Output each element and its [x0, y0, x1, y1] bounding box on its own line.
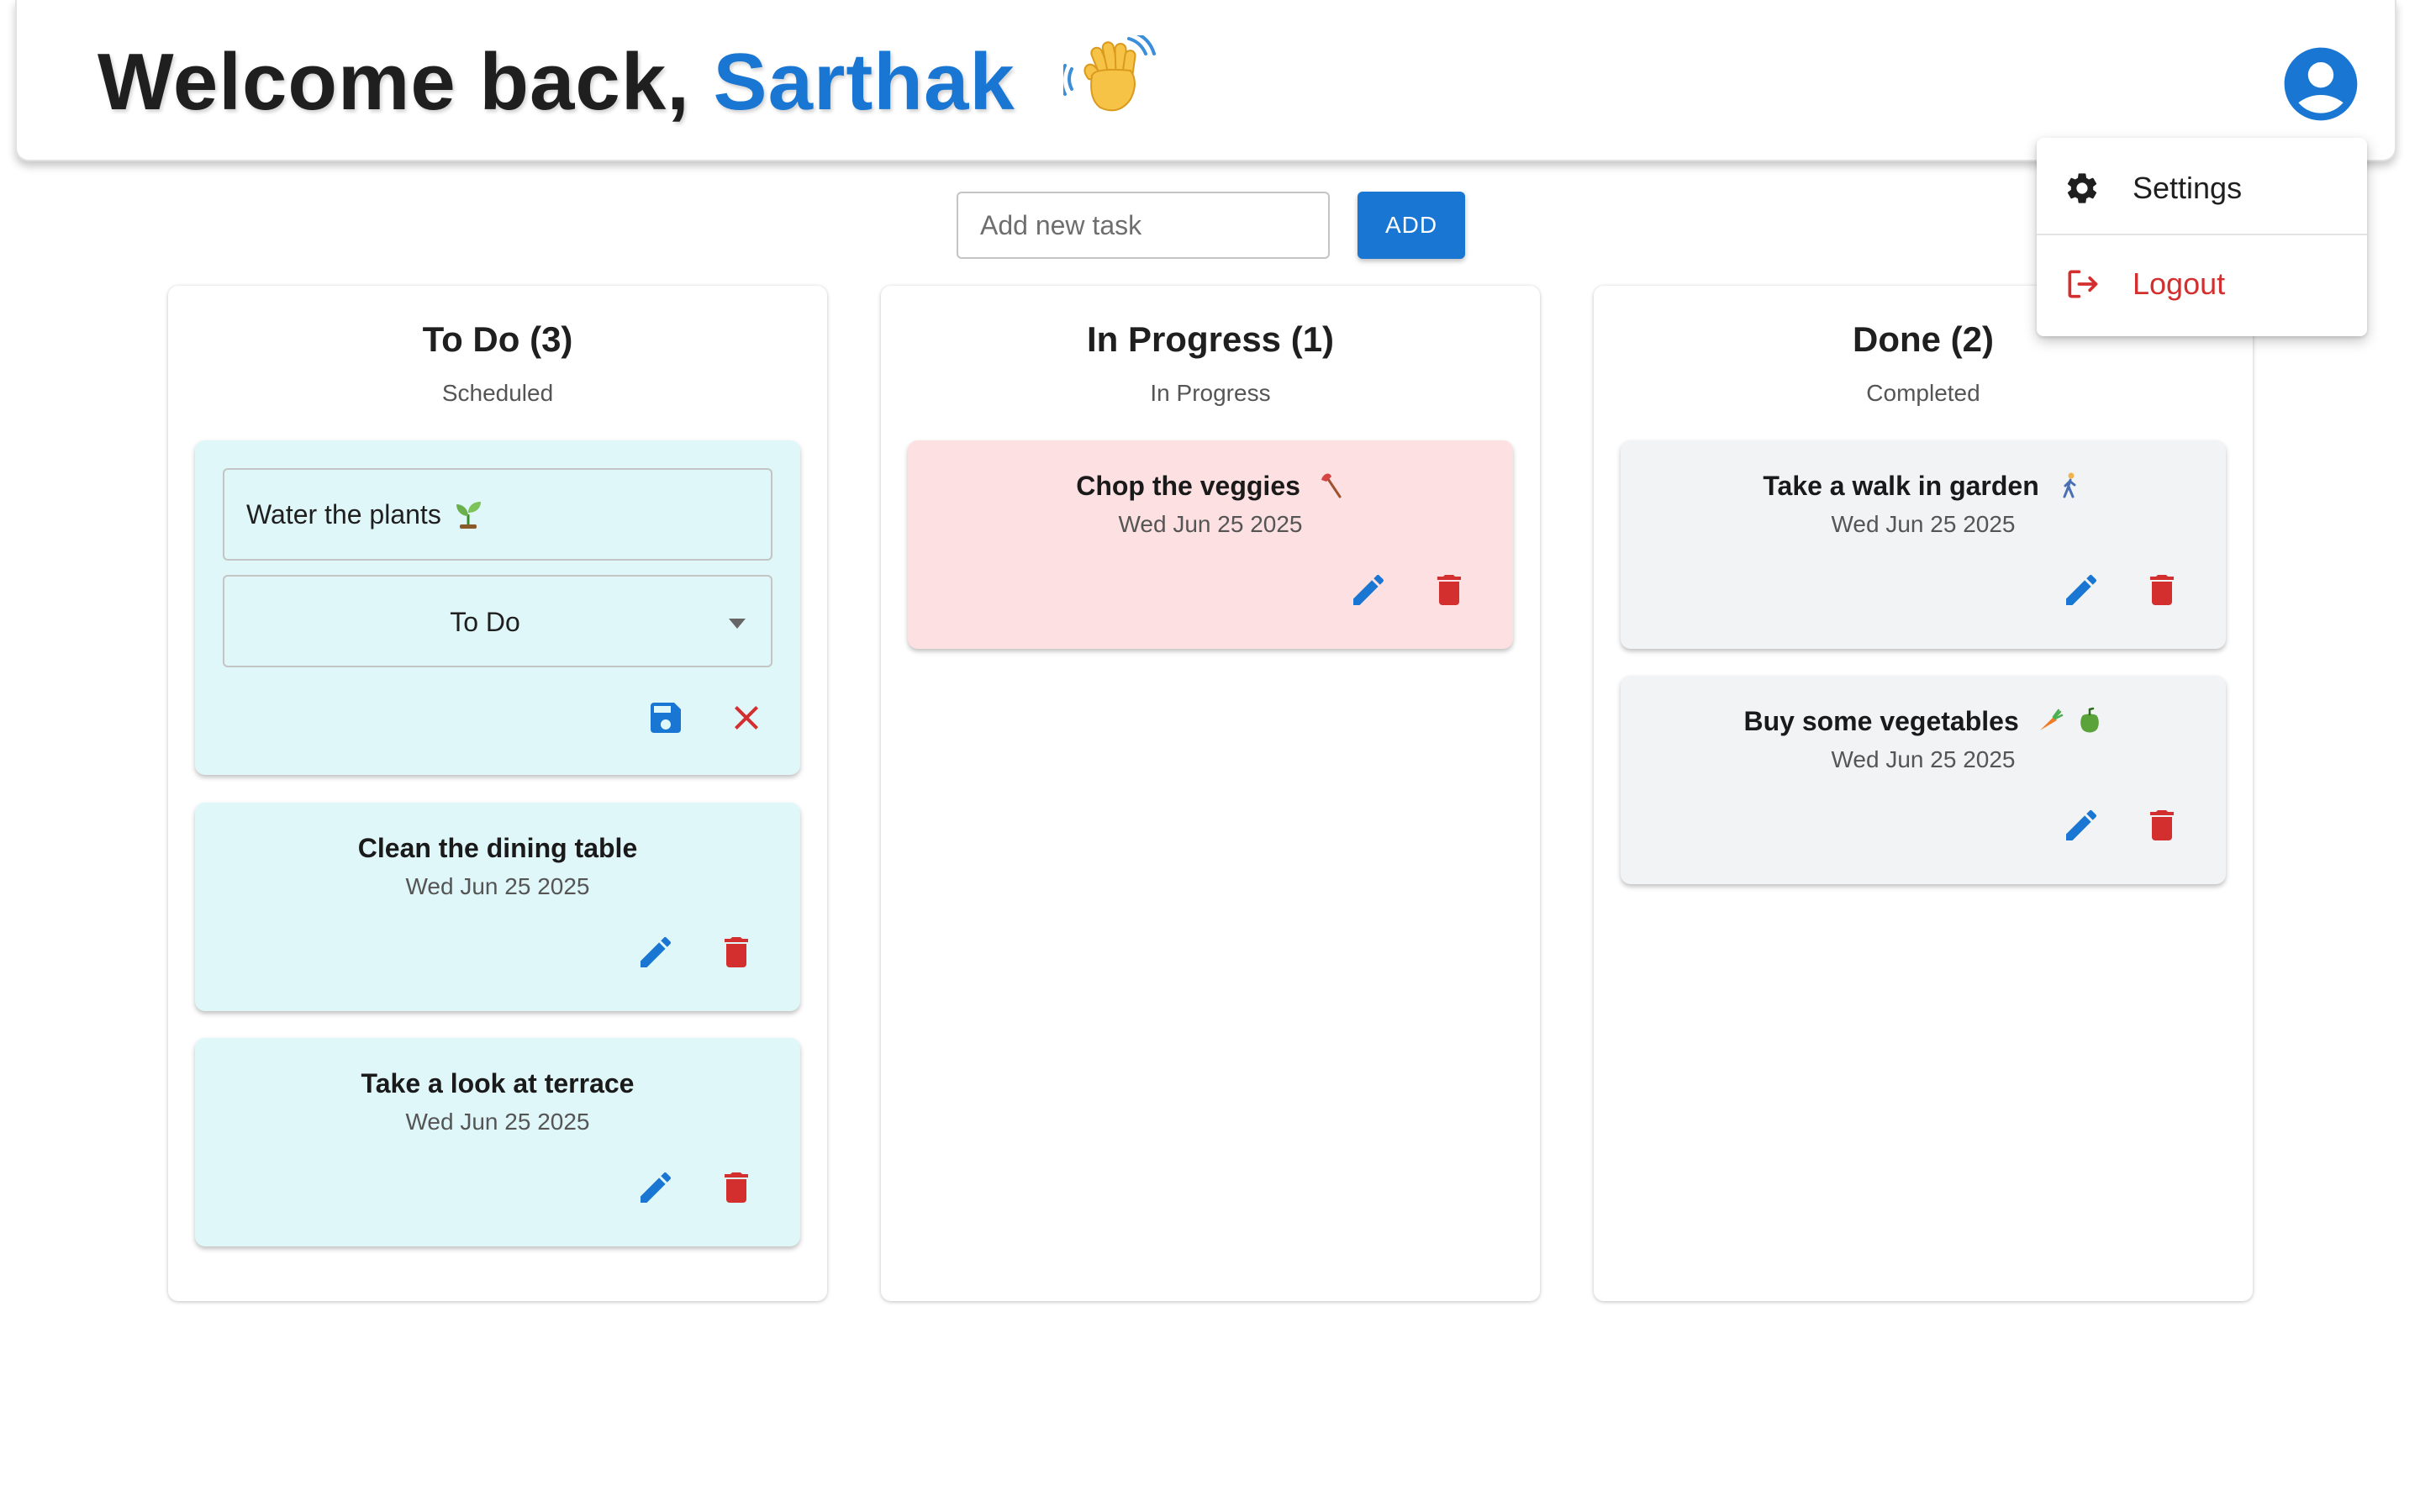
save-button[interactable]: [646, 698, 686, 738]
trash-icon: [2150, 575, 2174, 605]
task-name-value: Water the plants: [246, 498, 441, 529]
task-date: Wed Jun 25 2025: [1118, 511, 1303, 537]
app-header: Welcome back, Sarthak: [15, 0, 2396, 161]
account-avatar-button[interactable]: [2277, 40, 2365, 128]
pencil-icon: [1353, 574, 1384, 605]
column-subtitle: Completed: [1866, 380, 1980, 406]
welcome-heading: Welcome back, Sarthak: [98, 32, 1157, 133]
task-date: Wed Jun 25 2025: [1831, 746, 2016, 772]
task-card: Take a look at terrace Wed Jun 25 2025: [195, 1038, 800, 1246]
pencil-icon: [2066, 809, 2097, 840]
menu-divider: [2037, 234, 2367, 235]
menu-item-logout[interactable]: Logout: [2037, 237, 2367, 331]
task-card: Clean the dining table Wed Jun 25 2025: [195, 803, 800, 1011]
column-title: In Progress (1): [1086, 319, 1335, 359]
edit-task-button[interactable]: [2061, 570, 2101, 610]
column-title: To Do (3): [422, 319, 573, 359]
task-date: Wed Jun 25 2025: [1831, 511, 2016, 537]
task-date: Wed Jun 25 2025: [405, 1109, 590, 1135]
cancel-button[interactable]: [726, 698, 767, 738]
task-title-row: Chop the veggies: [908, 471, 1513, 502]
menu-item-settings[interactable]: Settings: [2037, 141, 2367, 235]
new-task-input[interactable]: [957, 192, 1330, 259]
welcome-username: Sarthak: [713, 37, 1015, 127]
task-status-select[interactable]: To Do: [223, 575, 772, 667]
trash-icon: [725, 1172, 748, 1203]
menu-item-label: Settings: [2133, 171, 2243, 205]
menu-item-label: Logout: [2133, 266, 2226, 301]
column-subtitle: In Progress: [1150, 380, 1271, 406]
task-card-editing: Water the plants To Do: [195, 440, 800, 775]
task-card: Chop the veggies Wed Jun 25 2025: [908, 440, 1513, 649]
delete-task-button[interactable]: [1429, 570, 1469, 610]
delete-task-button[interactable]: [2142, 805, 2182, 846]
task-title-row: Buy some vegetables: [1621, 706, 2226, 737]
pencil-icon: [2066, 574, 2097, 605]
task-card: Take a walk in garden Wed Jun 25 2025: [1621, 440, 2226, 649]
welcome-greeting: Welcome back,: [98, 37, 690, 127]
task-status-value: To Do: [450, 607, 520, 637]
waving-hand-icon: [1063, 35, 1157, 112]
task-title: Clean the dining table: [357, 833, 638, 863]
column-done: Done (2) Completed Take a walk in garden…: [1594, 286, 2253, 1301]
task-title: Take a walk in garden: [1763, 471, 2039, 501]
bell-pepper-icon: [2080, 707, 2099, 733]
trash-icon: [1437, 575, 1461, 605]
pencil-icon: [641, 936, 672, 967]
task-title: Chop the veggies: [1076, 471, 1300, 501]
logout-icon: [2068, 270, 2098, 298]
task-title: Buy some vegetables: [1743, 706, 2019, 736]
account-circle-icon: [2284, 47, 2358, 121]
add-task-button[interactable]: ADD: [1358, 192, 1465, 259]
task-date: Wed Jun 25 2025: [405, 873, 590, 899]
carrot-icon: [2039, 709, 2063, 730]
axe-icon: [1321, 473, 1342, 498]
user-menu: Settings Logout: [2037, 138, 2367, 336]
task-title: Take a look at terrace: [361, 1068, 635, 1098]
edit-task-button[interactable]: [1348, 570, 1389, 610]
save-icon: [651, 703, 681, 733]
seedling-icon: [456, 502, 481, 529]
edit-task-button[interactable]: [635, 932, 676, 972]
column-todo: To Do (3) Scheduled Water the plants To …: [168, 286, 827, 1301]
gear-icon: [2067, 173, 2097, 203]
task-title-row: Take a walk in garden: [1621, 471, 2226, 502]
pencil-icon: [641, 1172, 672, 1203]
walking-person-icon: [2063, 472, 2076, 498]
edit-task-button[interactable]: [635, 1167, 676, 1208]
column-in-progress: In Progress (1) In Progress Chop the veg…: [881, 286, 1540, 1301]
edit-task-button[interactable]: [2061, 805, 2101, 846]
delete-task-button[interactable]: [716, 1167, 757, 1208]
delete-task-button[interactable]: [2142, 570, 2182, 610]
delete-task-button[interactable]: [716, 932, 757, 972]
task-name-field[interactable]: Water the plants: [223, 468, 772, 561]
close-icon: [735, 706, 758, 730]
column-subtitle: Scheduled: [441, 380, 554, 406]
dropdown-arrow-icon: [729, 619, 746, 629]
task-card: Buy some vegetables Wed Jun 25 2025: [1621, 676, 2226, 884]
trash-icon: [2150, 810, 2174, 840]
trash-icon: [725, 937, 748, 967]
